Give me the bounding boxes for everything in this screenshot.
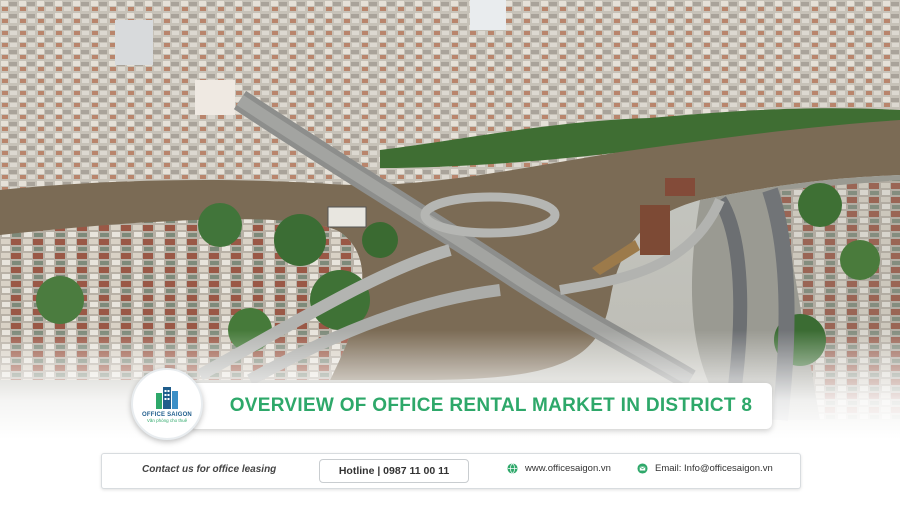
contact-bar: Contact us for office leasing Hotline | … bbox=[101, 453, 801, 489]
website-link[interactable]: www.officesaigon.vn bbox=[507, 463, 611, 474]
logo-badge: OFFICE SAIGON Văn phòng cho thuê bbox=[131, 368, 203, 440]
hotline-button[interactable]: Hotline | 0987 11 00 11 bbox=[319, 459, 469, 483]
page-title: OVERVIEW OF OFFICE RENTAL MARKET IN DIST… bbox=[229, 395, 753, 416]
hotline-text: Hotline | 0987 11 00 11 bbox=[338, 465, 450, 477]
globe-icon bbox=[507, 463, 518, 474]
contact-label: Contact us for office leasing bbox=[142, 464, 277, 475]
building-logo-icon bbox=[156, 387, 178, 409]
email-link[interactable]: Email: Info@officesaigon.vn bbox=[637, 463, 773, 474]
title-banner: OVERVIEW OF OFFICE RENTAL MARKET IN DIST… bbox=[190, 383, 772, 429]
email-icon bbox=[637, 463, 648, 474]
logo-tagline: Văn phòng cho thuê bbox=[146, 418, 188, 423]
email-text: Email: Info@officesaigon.vn bbox=[655, 463, 773, 474]
website-text: www.officesaigon.vn bbox=[525, 463, 611, 474]
